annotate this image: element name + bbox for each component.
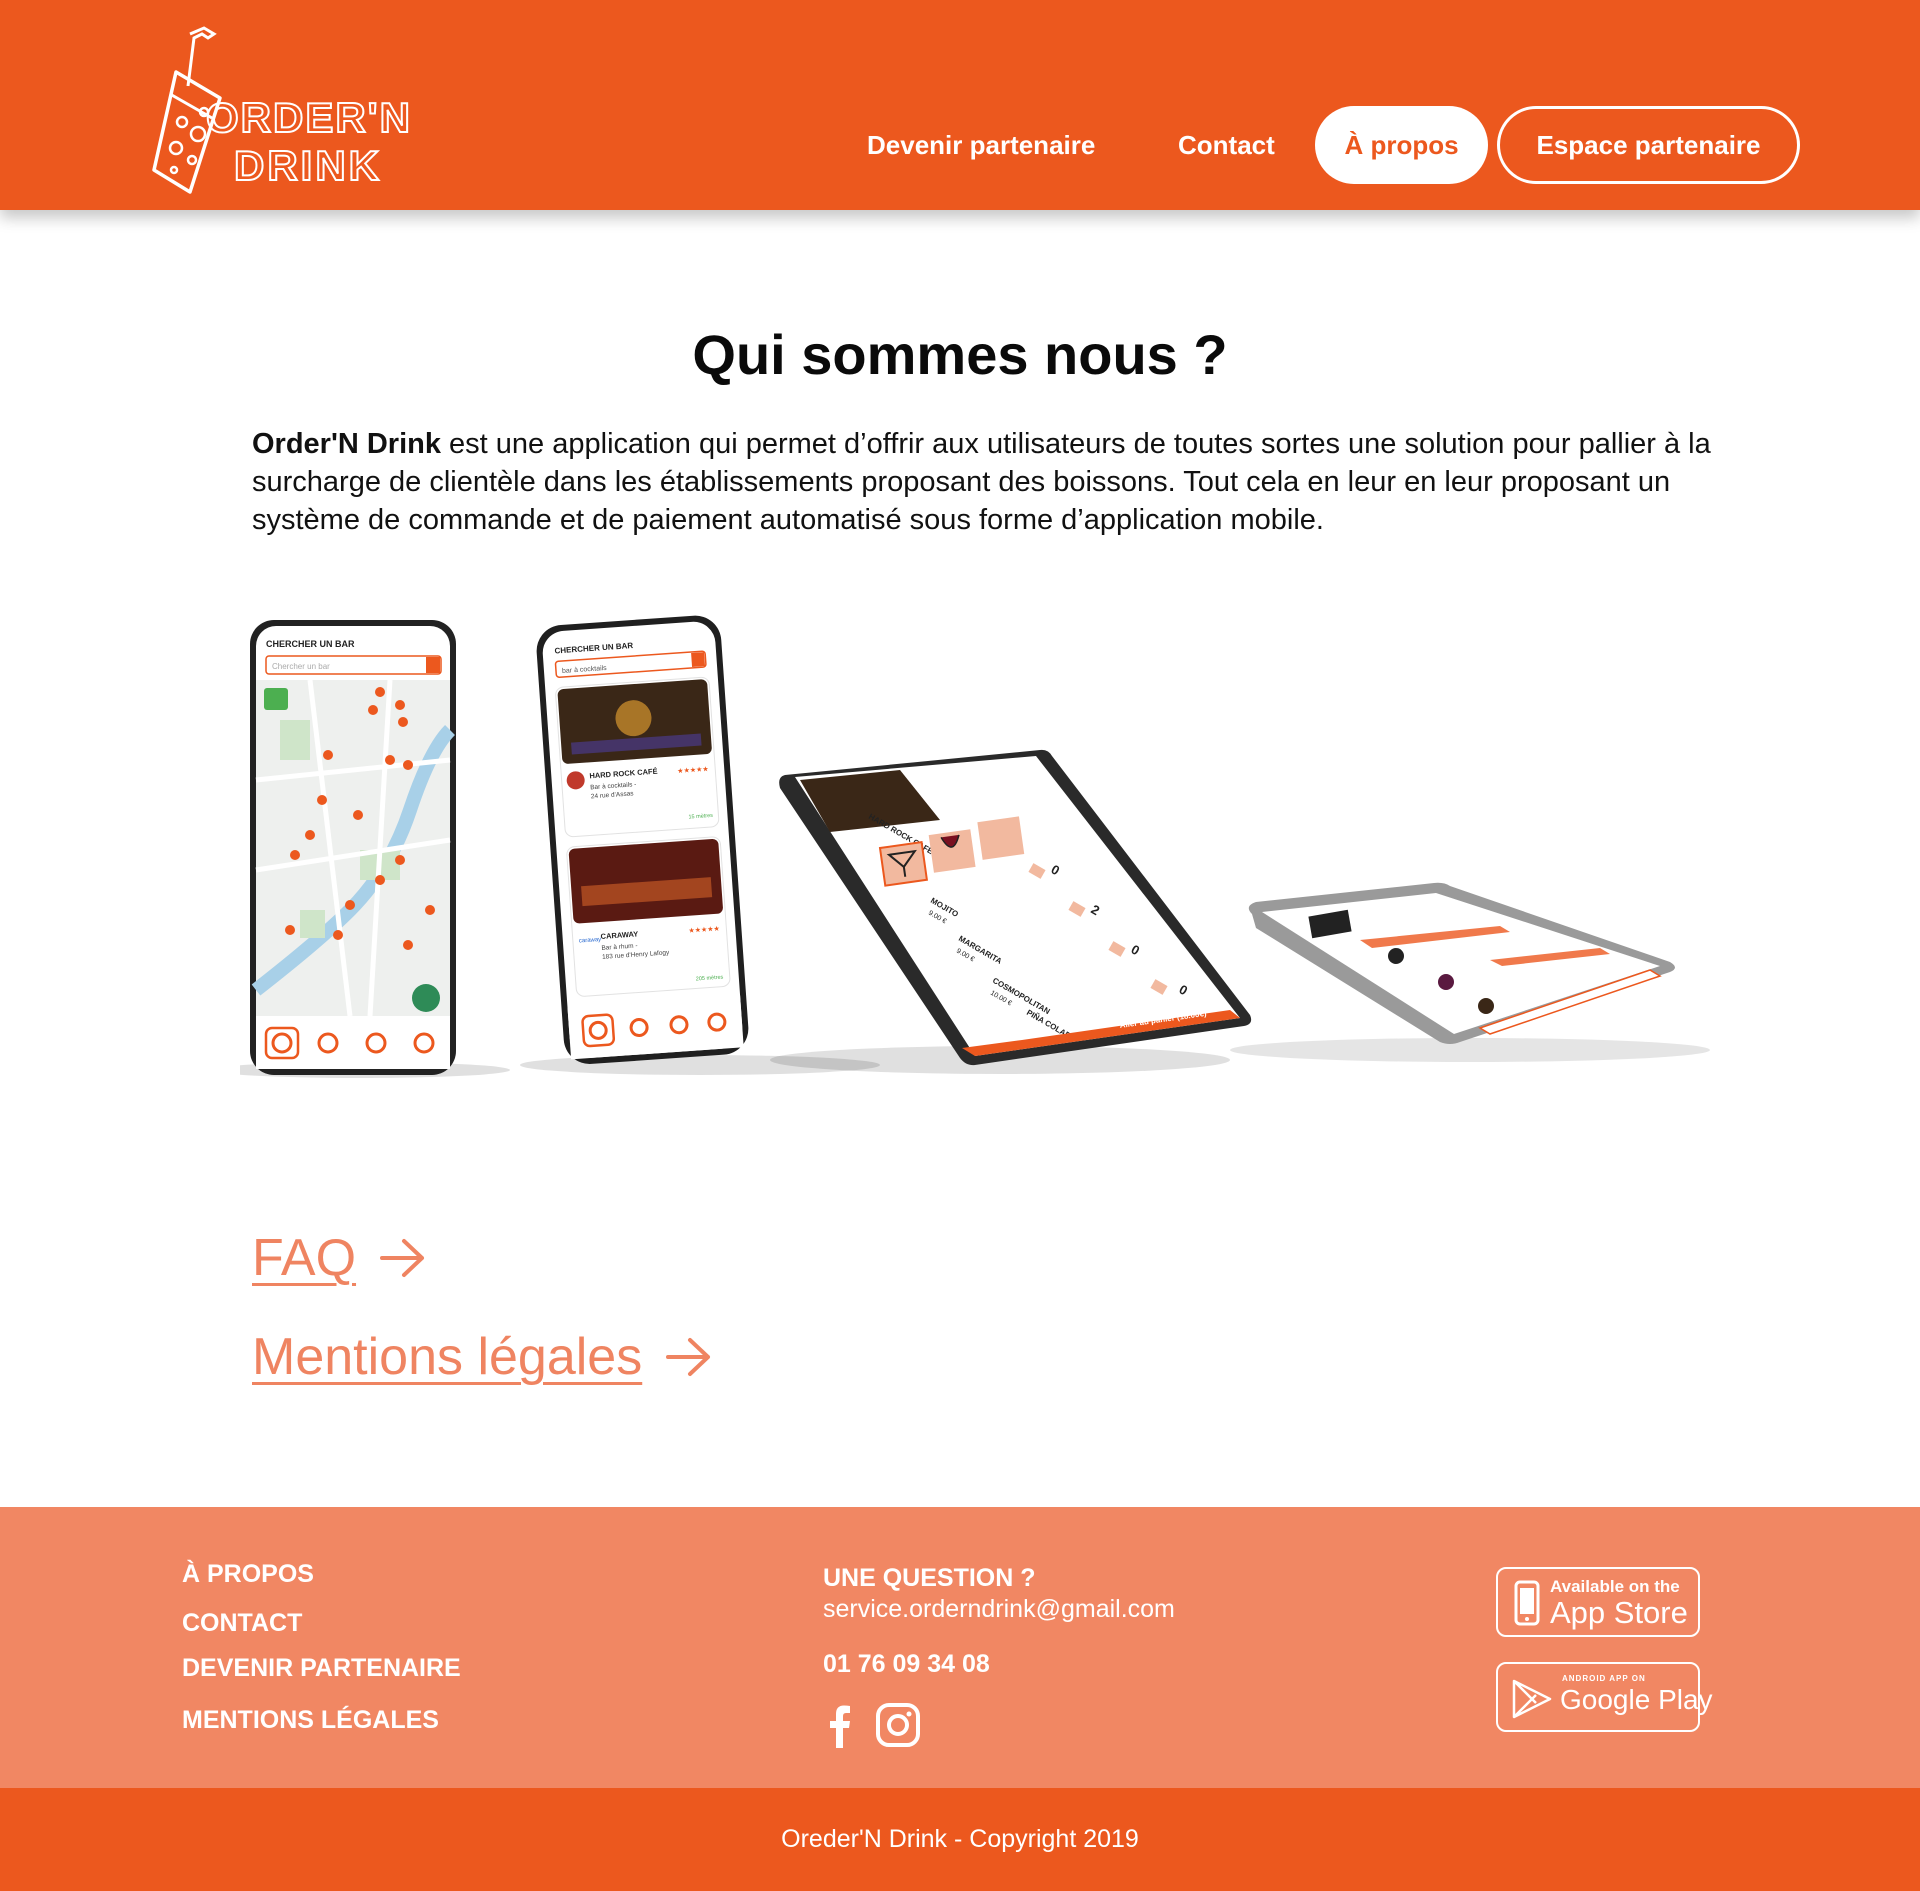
- intro-brand: Order'N Drink: [252, 428, 441, 460]
- phone1-search: Chercher un bar: [272, 662, 330, 671]
- phone-map-mockup: CHERCHER UN BAR Chercher un bar: [210, 620, 510, 1078]
- phone-icon: [1514, 1580, 1540, 1626]
- footer-link-contact[interactable]: CONTACT: [182, 1609, 302, 1638]
- faq-link[interactable]: FAQ: [252, 1228, 426, 1288]
- nav-devenir-partenaire[interactable]: Devenir partenaire: [867, 106, 1095, 184]
- arrow-right-icon: [666, 1338, 711, 1376]
- faq-label: FAQ: [252, 1229, 357, 1287]
- logo-text-bottom: DRINK: [234, 142, 382, 189]
- footer-email[interactable]: service.orderndrink@gmail.com: [823, 1595, 1175, 1624]
- facebook-icon[interactable]: [816, 1702, 862, 1748]
- copyright-bar: Oreder'N Drink - Copyright 2019: [0, 1788, 1920, 1891]
- google-play-badge[interactable]: ANDROID APP ON Google Play: [1496, 1662, 1713, 1732]
- phone-flat-mockup: [1230, 882, 1710, 1062]
- arrow-right-icon: [380, 1239, 425, 1277]
- footer-link-a-propos[interactable]: À PROPOS: [182, 1560, 314, 1589]
- app-mockups-image: CHERCHER UN BAR Chercher un bar CHERCHER…: [210, 610, 1800, 1080]
- app-store-badge[interactable]: Available on the App Store: [1496, 1567, 1700, 1637]
- footer-link-devenir-partenaire[interactable]: DEVENIR PARTENAIRE: [182, 1654, 461, 1683]
- app-store-large-text: App Store: [1550, 1595, 1688, 1630]
- footer-phone: 01 76 09 34 08: [823, 1650, 990, 1678]
- play-icon: [1512, 1679, 1552, 1719]
- google-play-large-text: Google Play: [1560, 1684, 1713, 1715]
- google-play-small-text: ANDROID APP ON: [1562, 1674, 1646, 1683]
- site-footer: À PROPOS CONTACT DEVENIR PARTENAIRE MENT…: [0, 1507, 1920, 1788]
- logo-text-top: ORDER'N: [206, 94, 412, 141]
- app-store-small-text: Available on the: [1550, 1577, 1680, 1596]
- phone-order-mockup: HARD ROCK CAFÉ MOJITO 9.00 € 0 MARGARITA…: [770, 749, 1252, 1074]
- footer-question-heading: UNE QUESTION ?: [823, 1564, 1036, 1592]
- phone1-header: CHERCHER UN BAR: [266, 639, 355, 649]
- mentions-label: Mentions légales: [252, 1328, 643, 1386]
- intro-paragraph: Order'N Drink est une application qui pe…: [252, 425, 1772, 539]
- glass-icon: ORDER'N DRINK: [152, 26, 412, 194]
- nav-contact[interactable]: Contact: [1178, 106, 1275, 184]
- site-header: ORDER'N DRINK Devenir partenaire Contact…: [0, 0, 1920, 210]
- mentions-legales-link[interactable]: Mentions légales: [252, 1327, 712, 1387]
- page-title: Qui sommes nous ?: [692, 323, 1228, 386]
- nav-espace-partenaire[interactable]: Espace partenaire: [1497, 106, 1800, 184]
- nav-a-propos[interactable]: À propos: [1315, 106, 1488, 184]
- intro-text: est une application qui permet d’offrir …: [252, 428, 1711, 536]
- instagram-icon[interactable]: [875, 1702, 921, 1748]
- footer-link-mentions-legales[interactable]: MENTIONS LÉGALES: [182, 1706, 439, 1735]
- brand-logo[interactable]: ORDER'N DRINK: [148, 22, 413, 194]
